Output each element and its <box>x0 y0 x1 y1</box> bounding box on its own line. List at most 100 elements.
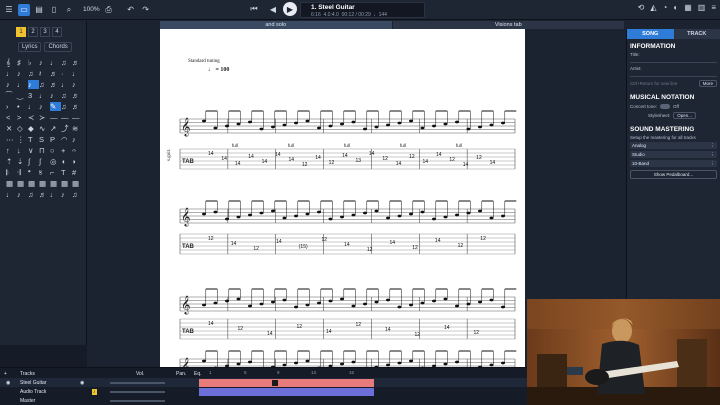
zoom-icon[interactable]: ⌕ <box>63 4 75 16</box>
steel-guitar-lane[interactable] <box>199 378 374 387</box>
play-icon[interactable]: ▶ <box>283 2 297 16</box>
note-icon[interactable]: ♩ <box>50 58 61 67</box>
open-stylesheet-button[interactable]: Open... <box>673 112 697 119</box>
volume-slider[interactable] <box>110 399 165 402</box>
note-icon[interactable]: ♬ <box>50 69 61 78</box>
print-icon[interactable]: ⎙ <box>103 4 115 16</box>
loop-icon[interactable]: ⟲ <box>638 3 645 12</box>
chord-diagram-icon[interactable]: ▦ <box>50 179 61 188</box>
menu-dots-icon[interactable]: ⋮ <box>711 161 716 167</box>
menu-dots-icon[interactable]: ⋮ <box>711 143 716 149</box>
decrescendo-icon[interactable]: > <box>17 113 28 122</box>
track-row-steel-guitar[interactable]: ◉ Steel Guitar ◉ <box>0 378 527 387</box>
arpeggio-icon[interactable]: ∫ <box>28 157 39 166</box>
arpeggio-icon[interactable]: ∫ <box>39 157 50 166</box>
tab-visions[interactable]: Visions tab <box>392 21 625 29</box>
tuner-icon[interactable]: ◐ <box>673 3 678 12</box>
chord-diagram-icon[interactable]: ▦ <box>28 179 39 188</box>
redo-icon[interactable]: ↷ <box>140 4 152 16</box>
harmonic-icon[interactable]: ◆ <box>28 124 39 133</box>
crescendo-icon[interactable]: < <box>6 113 17 122</box>
voice-3[interactable]: 3 <box>40 27 50 37</box>
triplet-icon[interactable]: 3 <box>28 91 39 100</box>
ghost-icon[interactable]: ◇ <box>17 124 28 133</box>
segno-icon[interactable]: 𝄋 <box>39 168 50 177</box>
volume-slider[interactable] <box>110 390 165 393</box>
volta-icon[interactable]: ⌐ <box>50 168 61 177</box>
chord-diagram-icon[interactable]: ▦ <box>6 179 17 188</box>
hairpin-icon[interactable]: ≺ <box>28 113 39 122</box>
chord-diagram-icon[interactable]: ▦ <box>61 179 72 188</box>
countdown-icon[interactable]: ◔ <box>663 3 668 12</box>
track-name[interactable]: Master <box>20 398 35 404</box>
note-icon[interactable]: ♪ <box>50 91 61 100</box>
pick-icon[interactable]: ∨ <box>28 146 39 155</box>
chord-diagram-icon[interactable]: ▦ <box>39 179 50 188</box>
note-icon[interactable]: ♫ <box>61 58 72 67</box>
preset-analog[interactable]: Analog ⋮ <box>630 142 717 149</box>
preset-studio[interactable]: Studio ⋮ <box>630 151 717 158</box>
track-name[interactable]: Audio Track <box>20 389 46 395</box>
pm-icon[interactable]: ⋮ <box>17 135 28 144</box>
volume-icon[interactable]: ◖ <box>61 157 72 166</box>
wah-icon[interactable]: ○ <box>50 146 61 155</box>
chords-button[interactable]: Chords <box>44 42 72 52</box>
concert-tone-toggle[interactable] <box>660 104 671 109</box>
score-page[interactable]: Standard tuning ♩ = 100 𝄞 TAB 14 14 14 14 14 14… <box>160 29 525 370</box>
pan-icon[interactable]: ◗ <box>72 157 83 166</box>
note-icon[interactable]: ♬ <box>72 102 83 111</box>
lyrics-button[interactable]: Lyrics <box>18 42 42 52</box>
note-icon[interactable]: ♪ <box>39 58 50 67</box>
tap-icon[interactable]: T <box>28 135 39 144</box>
undo-icon[interactable]: ↶ <box>125 4 137 16</box>
dynamics-icon[interactable]: ♪ <box>17 190 28 199</box>
rest-icon[interactable]: 𝄽 <box>39 69 50 78</box>
note-icon[interactable]: ♩ <box>61 80 72 89</box>
layout-icon[interactable]: ▤ <box>33 4 45 16</box>
clef-icon[interactable]: 𝄞 <box>6 58 17 67</box>
menu-dots-icon[interactable]: ⋮ <box>711 152 716 158</box>
sharp-icon[interactable]: ♯ <box>17 58 28 67</box>
flat-icon[interactable]: ♭ <box>28 58 39 67</box>
note-icon[interactable]: ♫ <box>39 80 50 89</box>
note-icon[interactable]: ♪ <box>39 102 50 111</box>
note-icon[interactable]: ♪ <box>17 69 28 78</box>
slur-icon[interactable]: ‿ <box>17 91 28 100</box>
dynamics-icon[interactable]: ♩ <box>6 190 17 199</box>
stroke-icon[interactable]: ↓ <box>17 146 28 155</box>
visibility-icon[interactable]: ◉ <box>80 380 84 386</box>
note-icon[interactable]: ♫ <box>61 91 72 100</box>
metronome-icon[interactable]: ◭ <box>650 3 656 12</box>
tab-and-solo[interactable]: and solo <box>160 21 393 29</box>
page-icon[interactable]: ▯ <box>48 4 60 16</box>
line-icon[interactable]: — <box>50 113 61 122</box>
add-track-icon[interactable]: + <box>4 371 7 377</box>
dynamics-icon[interactable]: ♩ <box>50 190 61 199</box>
vibrato-icon[interactable]: ∿ <box>39 124 50 133</box>
tab-track[interactable]: TRACK <box>673 29 720 39</box>
mute-icon[interactable]: ✕ <box>6 124 17 133</box>
tie-icon[interactable]: ⁀ <box>6 91 17 100</box>
note-icon[interactable]: ♫ <box>61 102 72 111</box>
fade-icon[interactable]: ◠ <box>61 135 72 144</box>
note-icon[interactable]: ♪ <box>6 80 17 89</box>
preset-10-band[interactable]: 10-Band ⋮ <box>630 160 717 167</box>
accent-icon[interactable]: › <box>6 102 17 111</box>
selected-note-icon[interactable]: ♪ <box>28 80 39 89</box>
rewind-icon[interactable]: ⏮ <box>248 3 260 15</box>
bend-icon[interactable]: ↗ <box>50 124 61 133</box>
note-icon[interactable]: ♩ <box>28 102 39 111</box>
repeat-icon[interactable]: 𝄇 <box>17 168 28 177</box>
note-icon[interactable]: ♩ <box>17 80 28 89</box>
stroke-icon[interactable]: ↑ <box>6 146 17 155</box>
staccato-icon[interactable]: • <box>17 102 28 111</box>
golpe-icon[interactable]: ◎ <box>50 157 61 166</box>
view-toggle-icon[interactable]: ▭ <box>18 3 30 16</box>
note-icon[interactable]: ♫ <box>28 69 39 78</box>
note-icon[interactable]: ♩ <box>39 91 50 100</box>
mixer-icon[interactable]: ≡ <box>711 3 716 12</box>
brush-icon[interactable]: ⇣ <box>17 157 28 166</box>
note-icon[interactable]: ♩ <box>72 69 83 78</box>
chord-icon[interactable]: # <box>72 168 83 177</box>
artist-field[interactable] <box>630 76 717 77</box>
